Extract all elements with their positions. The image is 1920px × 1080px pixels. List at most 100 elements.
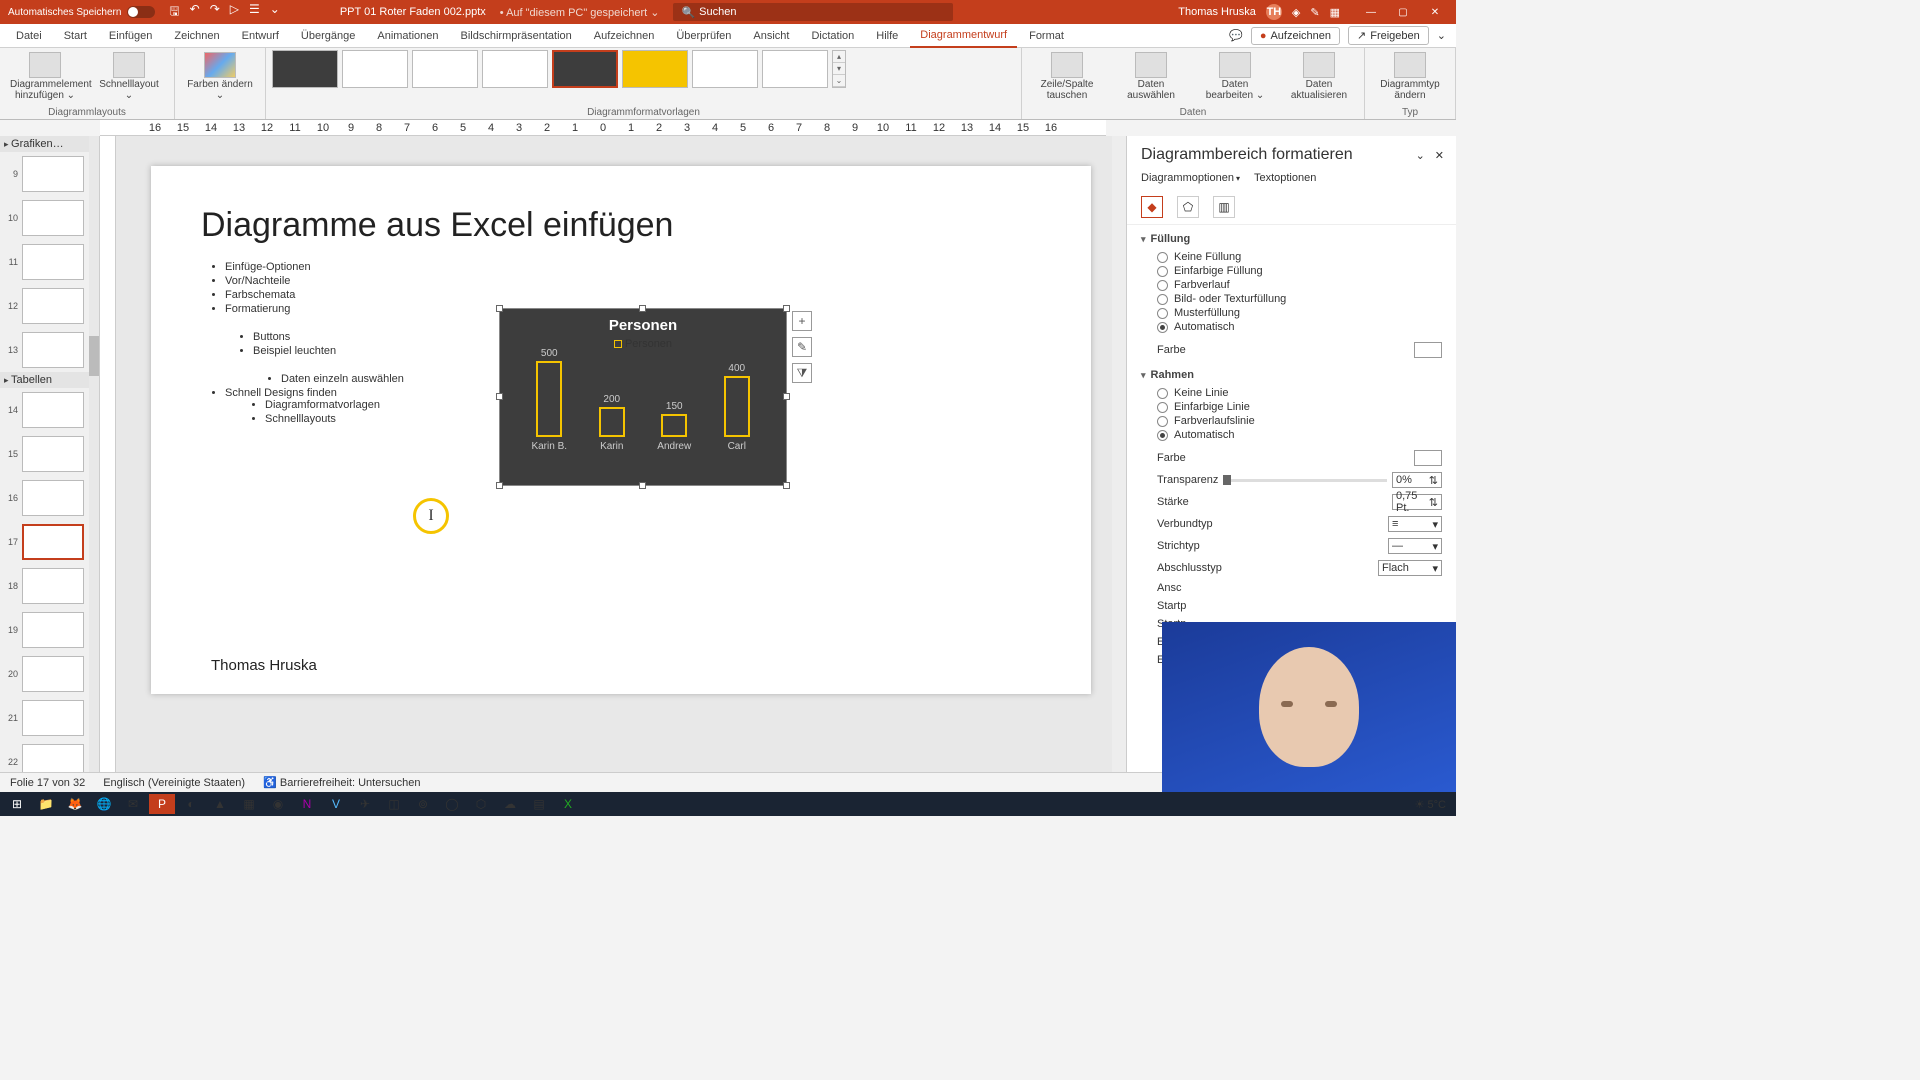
edit-data-button[interactable]: Daten bearbeiten ⌄ [1196, 50, 1274, 103]
tb-chrome[interactable]: 🌐 [91, 794, 117, 814]
tab-uebergaenge[interactable]: Übergänge [291, 24, 365, 48]
slide-thumb-19[interactable]: 19 [0, 608, 99, 652]
tab-dictation[interactable]: Dictation [801, 24, 864, 48]
add-chart-element-button[interactable]: Diagrammelement hinzufügen ⌄ [6, 50, 84, 103]
tb-app1[interactable]: ◐ [178, 794, 204, 814]
user-name[interactable]: Thomas Hruska [1178, 6, 1256, 18]
tb-firefox[interactable]: 🦊 [62, 794, 88, 814]
tab-datei[interactable]: Datei [6, 24, 52, 48]
quick-layout-button[interactable]: Schnelllayout ⌄ [90, 50, 168, 103]
text-options-tab[interactable]: Textoptionen [1254, 172, 1316, 186]
tb-app7[interactable]: ⬡ [468, 794, 494, 814]
chart-title[interactable]: Personen [500, 309, 786, 334]
touch-mode-icon[interactable]: ☰ [249, 2, 260, 23]
fill-color-swatch[interactable] [1414, 342, 1442, 358]
slide-thumb-21[interactable]: 21 [0, 696, 99, 740]
qat-more-icon[interactable]: ⌄ [270, 2, 280, 23]
tb-app8[interactable]: ☁ [497, 794, 523, 814]
tab-ueberpruefen[interactable]: Überprüfen [666, 24, 741, 48]
change-colors-button[interactable]: Farben ändern ⌄ [181, 50, 259, 103]
tb-onenote[interactable]: N [294, 794, 320, 814]
tab-bildschirm[interactable]: Bildschirmpräsentation [451, 24, 582, 48]
tb-powerpoint[interactable]: P [149, 794, 175, 814]
style-thumb-7[interactable] [692, 50, 758, 88]
chart-bars[interactable]: 500Karin B.200Karin150Andrew400Carl [518, 356, 768, 452]
border-solid-radio[interactable]: Einfarbige Linie [1157, 401, 1442, 413]
style-thumb-8[interactable] [762, 50, 828, 88]
start-button[interactable]: ⊞ [4, 794, 30, 814]
chart-options-tab[interactable]: Diagrammoptionen▾ [1141, 172, 1240, 186]
slide-panel[interactable]: ▸ Grafiken… 910111213 ▸ Tabellen 1415161… [0, 136, 100, 772]
slide-thumb-18[interactable]: 18 [0, 564, 99, 608]
from-beginning-icon[interactable]: ▷ [230, 2, 239, 23]
accessibility-status[interactable]: ♿ Barrierefreiheit: Untersuchen [263, 776, 420, 789]
tb-vlc[interactable]: ▲ [207, 794, 233, 814]
refresh-data-button[interactable]: Daten aktualisieren [1280, 50, 1358, 103]
slide-thumb-9[interactable]: 9 [0, 152, 99, 196]
slide-title[interactable]: Diagramme aus Excel einfügen [201, 206, 1041, 245]
comments-icon[interactable]: 💬 [1229, 29, 1243, 42]
bar-1[interactable]: 200Karin [587, 394, 637, 452]
border-section-header[interactable]: Rahmen [1127, 361, 1456, 383]
style-thumb-5[interactable] [552, 50, 618, 88]
tab-hilfe[interactable]: Hilfe [866, 24, 908, 48]
fill-pattern-radio[interactable]: Musterfüllung [1157, 307, 1442, 319]
slide-thumb-13[interactable]: 13 [0, 328, 99, 372]
collapse-ribbon-icon[interactable]: ⌄ [1437, 29, 1446, 42]
tab-start[interactable]: Start [54, 24, 97, 48]
slide-thumb-14[interactable]: 14 [0, 388, 99, 432]
width-value[interactable]: 0,75 Pt.⇅ [1392, 494, 1442, 510]
language-indicator[interactable]: Englisch (Vereinigte Staaten) [103, 777, 245, 789]
slide-thumb-20[interactable]: 20 [0, 652, 99, 696]
slide-thumb-10[interactable]: 10 [0, 196, 99, 240]
style-thumb-4[interactable] [482, 50, 548, 88]
window-layout-icon[interactable]: ▦ [1330, 6, 1340, 19]
tb-excel[interactable]: X [555, 794, 581, 814]
tb-outlook[interactable]: ✉ [120, 794, 146, 814]
fill-section-header[interactable]: Füllung [1127, 225, 1456, 247]
editor-scrollbar[interactable] [1112, 136, 1126, 772]
tab-entwurf[interactable]: Entwurf [232, 24, 289, 48]
chart-object[interactable]: Personen Personen 500Karin B.200Karin150… [499, 308, 787, 486]
tab-zeichnen[interactable]: Zeichnen [164, 24, 229, 48]
border-none-radio[interactable]: Keine Linie [1157, 387, 1442, 399]
tab-aufzeichnen[interactable]: Aufzeichnen [584, 24, 665, 48]
fill-solid-radio[interactable]: Einfarbige Füllung [1157, 265, 1442, 277]
saved-status[interactable]: • Auf "diesem PC" gespeichert ⌄ [500, 6, 660, 19]
change-chart-type-button[interactable]: Diagrammtyp ändern [1371, 50, 1449, 103]
section-tabellen[interactable]: ▸ Tabellen [0, 372, 99, 388]
record-button[interactable]: ●Aufzeichnen [1251, 27, 1340, 45]
slide-editor[interactable]: Diagramme aus Excel einfügen Einfüge-Opt… [116, 136, 1126, 772]
border-gradient-radio[interactable]: Farbverlaufslinie [1157, 415, 1442, 427]
tab-diagrammentwurf[interactable]: Diagrammentwurf [910, 24, 1017, 48]
tb-app4[interactable]: ◫ [381, 794, 407, 814]
slide-thumb-17[interactable]: 17 [0, 520, 99, 564]
tab-ansicht[interactable]: Ansicht [743, 24, 799, 48]
tb-app3[interactable]: ◉ [265, 794, 291, 814]
bar-2[interactable]: 150Andrew [649, 401, 699, 452]
avatar[interactable]: TH [1266, 4, 1282, 20]
save-icon[interactable]: 🖫 [169, 2, 179, 23]
fill-auto-radio[interactable]: Automatisch [1157, 321, 1442, 333]
tab-einfuegen[interactable]: Einfügen [99, 24, 162, 48]
autosave-toggle[interactable] [127, 6, 155, 18]
transparency-slider[interactable] [1223, 479, 1387, 482]
slide-counter[interactable]: Folie 17 von 32 [10, 777, 85, 789]
tb-explorer[interactable]: 📁 [33, 794, 59, 814]
tb-telegram[interactable]: ✈ [352, 794, 378, 814]
chart-elements-button[interactable]: + [792, 311, 812, 331]
bar-0[interactable]: 500Karin B. [524, 348, 574, 452]
coming-soon-icon[interactable]: ◈ [1292, 6, 1300, 19]
style-thumb-1[interactable] [272, 50, 338, 88]
fill-picture-radio[interactable]: Bild- oder Texturfüllung [1157, 293, 1442, 305]
fill-gradient-radio[interactable]: Farbverlauf [1157, 279, 1442, 291]
compound-dropdown[interactable]: ≡▾ [1388, 516, 1442, 532]
effects-icon[interactable]: ⬠ [1177, 196, 1199, 218]
tb-app5[interactable]: ⊚ [410, 794, 436, 814]
style-gallery-more[interactable]: ▴▾⌄ [832, 50, 846, 88]
tb-app2[interactable]: ▦ [236, 794, 262, 814]
cap-dropdown[interactable]: Flach▾ [1378, 560, 1442, 576]
taskbar[interactable]: ⊞ 📁 🦊 🌐 ✉ P ◐ ▲ ▦ ◉ N V ✈ ◫ ⊚ ◯ ⬡ ☁ ▤ X … [0, 792, 1456, 816]
chart-styles-button[interactable]: ✎ [792, 337, 812, 357]
slide-canvas[interactable]: Diagramme aus Excel einfügen Einfüge-Opt… [151, 166, 1091, 694]
